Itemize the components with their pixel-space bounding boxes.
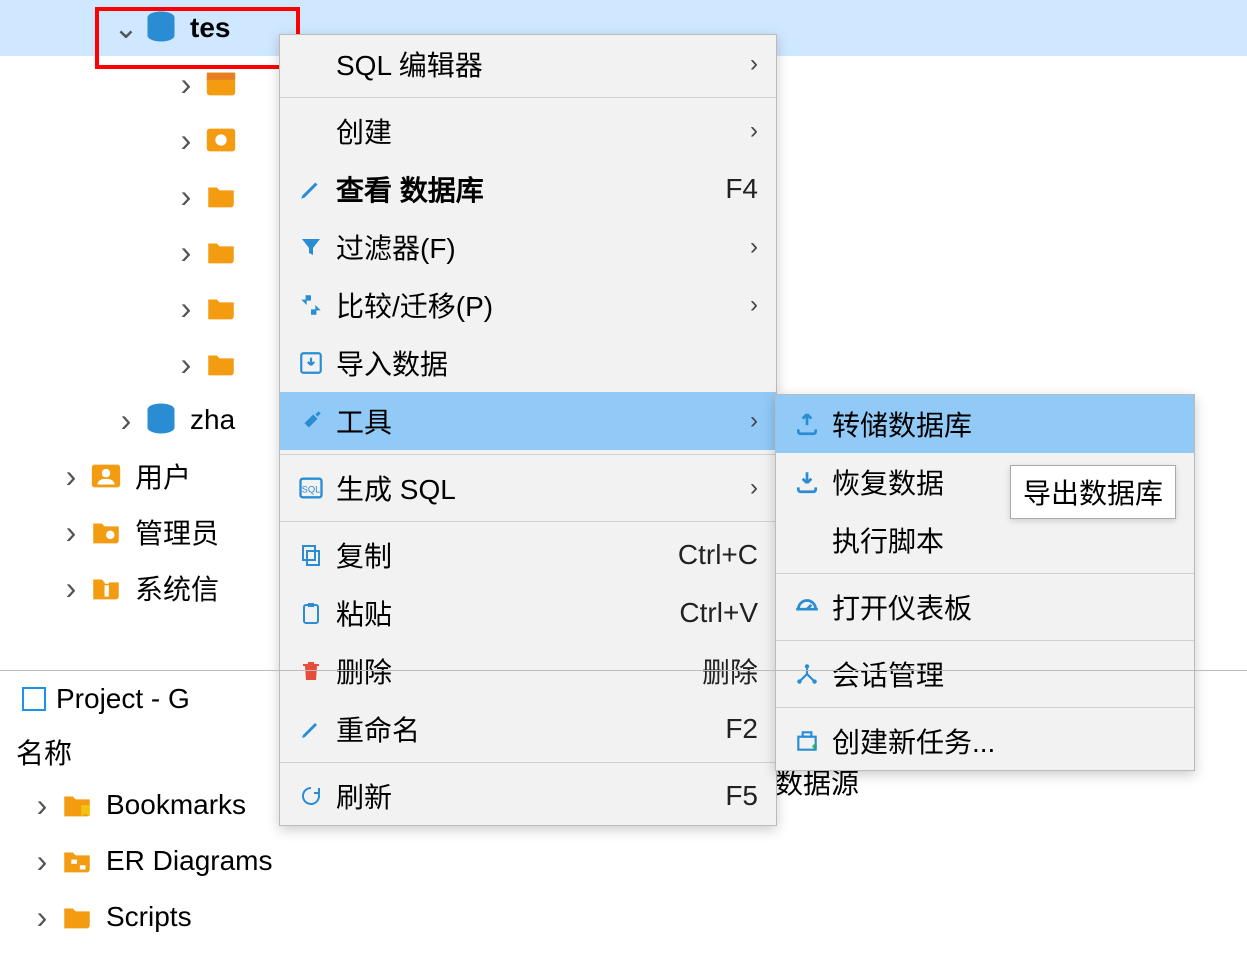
chevron-right-icon[interactable] [170, 68, 202, 100]
svg-text:SQL: SQL [302, 485, 321, 495]
shortcut: Ctrl+C [678, 539, 758, 571]
menu-filter[interactable]: 过滤器(F)› [280, 218, 776, 276]
chevron-right-icon[interactable] [55, 516, 87, 548]
tree-label: 用户 [135, 456, 191, 496]
menu-generate-sql[interactable]: SQL 生成 SQL› [280, 459, 776, 517]
sql-icon: SQL [290, 474, 332, 502]
menu-separator [776, 573, 1194, 574]
column-header-name[interactable]: 名称 [0, 727, 1247, 777]
project-label: ER Diagrams [106, 845, 272, 877]
folder-icon [202, 289, 240, 327]
db-name: zha [190, 404, 235, 436]
menu-separator [776, 640, 1194, 641]
scripts-folder-icon [58, 898, 96, 936]
menu-view-database[interactable]: 查看 数据库 F4 [280, 160, 776, 218]
import-icon [290, 350, 332, 376]
compare-icon [290, 292, 332, 318]
chevron-right-icon[interactable] [55, 572, 87, 604]
chevron-right-icon[interactable] [26, 789, 58, 821]
chevron-right-icon[interactable] [26, 901, 58, 933]
submenu-execute-script[interactable]: 执行脚本 [776, 511, 1194, 569]
filter-icon [290, 235, 332, 259]
import-icon [786, 469, 828, 495]
shortcut: Ctrl+V [679, 597, 758, 629]
menu-sql-editor[interactable]: SQL 编辑器› [280, 35, 776, 93]
pencil-icon [290, 176, 332, 202]
admin-folder-icon [87, 513, 125, 551]
panel-title: Project - G [56, 683, 190, 715]
chevron-right-icon[interactable] [170, 236, 202, 268]
chevron-down-icon[interactable] [110, 12, 142, 44]
project-header[interactable]: Project - G [0, 671, 1247, 727]
project-row-scripts[interactable]: Scripts [0, 889, 1247, 945]
chevron-right-icon[interactable] [55, 460, 87, 492]
shortcut: F4 [725, 173, 758, 205]
table-icon [202, 65, 240, 103]
chevron-right-icon[interactable] [110, 404, 142, 436]
bookmark-folder-icon [58, 786, 96, 824]
project-row-er[interactable]: ER Diagrams [0, 833, 1247, 889]
panel-icon [22, 687, 46, 711]
chevron-right-icon[interactable] [170, 348, 202, 380]
tools-icon [290, 408, 332, 434]
project-label: Bookmarks [106, 789, 246, 821]
tooltip: 导出数据库 [1010, 465, 1176, 519]
folder-icon [202, 177, 240, 215]
database-icon [142, 401, 180, 439]
dashboard-icon [786, 594, 828, 620]
submenu-dump-database[interactable]: 转储数据库 [776, 395, 1194, 453]
copy-icon [290, 543, 332, 567]
menu-paste[interactable]: 粘贴 Ctrl+V [280, 584, 776, 642]
menu-import[interactable]: 导入数据 [280, 334, 776, 392]
menu-separator [280, 97, 776, 98]
menu-create[interactable]: 创建› [280, 102, 776, 160]
menu-tools[interactable]: 工具› [280, 392, 776, 450]
view-icon [202, 121, 240, 159]
users-icon [87, 457, 125, 495]
folder-icon [202, 345, 240, 383]
menu-copy[interactable]: 复制 Ctrl+C [280, 526, 776, 584]
project-label: Scripts [106, 901, 192, 933]
info-folder-icon [87, 569, 125, 607]
menu-separator [280, 454, 776, 455]
diagram-folder-icon [58, 842, 96, 880]
tree-label: 系统信 [135, 568, 219, 608]
menu-separator [280, 521, 776, 522]
chevron-right-icon[interactable] [170, 180, 202, 212]
submenu-open-dashboard[interactable]: 打开仪表板 [776, 578, 1194, 636]
project-row-bookmarks[interactable]: Bookmarks [0, 777, 1247, 833]
export-icon [786, 411, 828, 437]
tree-label: 管理员 [135, 512, 219, 552]
chevron-right-icon[interactable] [170, 292, 202, 324]
chevron-right-icon[interactable] [26, 845, 58, 877]
chevron-right-icon[interactable] [170, 124, 202, 156]
menu-compare[interactable]: 比较/迁移(P)› [280, 276, 776, 334]
database-icon [142, 9, 180, 47]
db-name: tes [190, 12, 230, 44]
folder-icon [202, 233, 240, 271]
project-panel: Project - G 名称 Bookmarks ER Diagrams Scr… [0, 670, 1247, 945]
paste-icon [290, 601, 332, 625]
